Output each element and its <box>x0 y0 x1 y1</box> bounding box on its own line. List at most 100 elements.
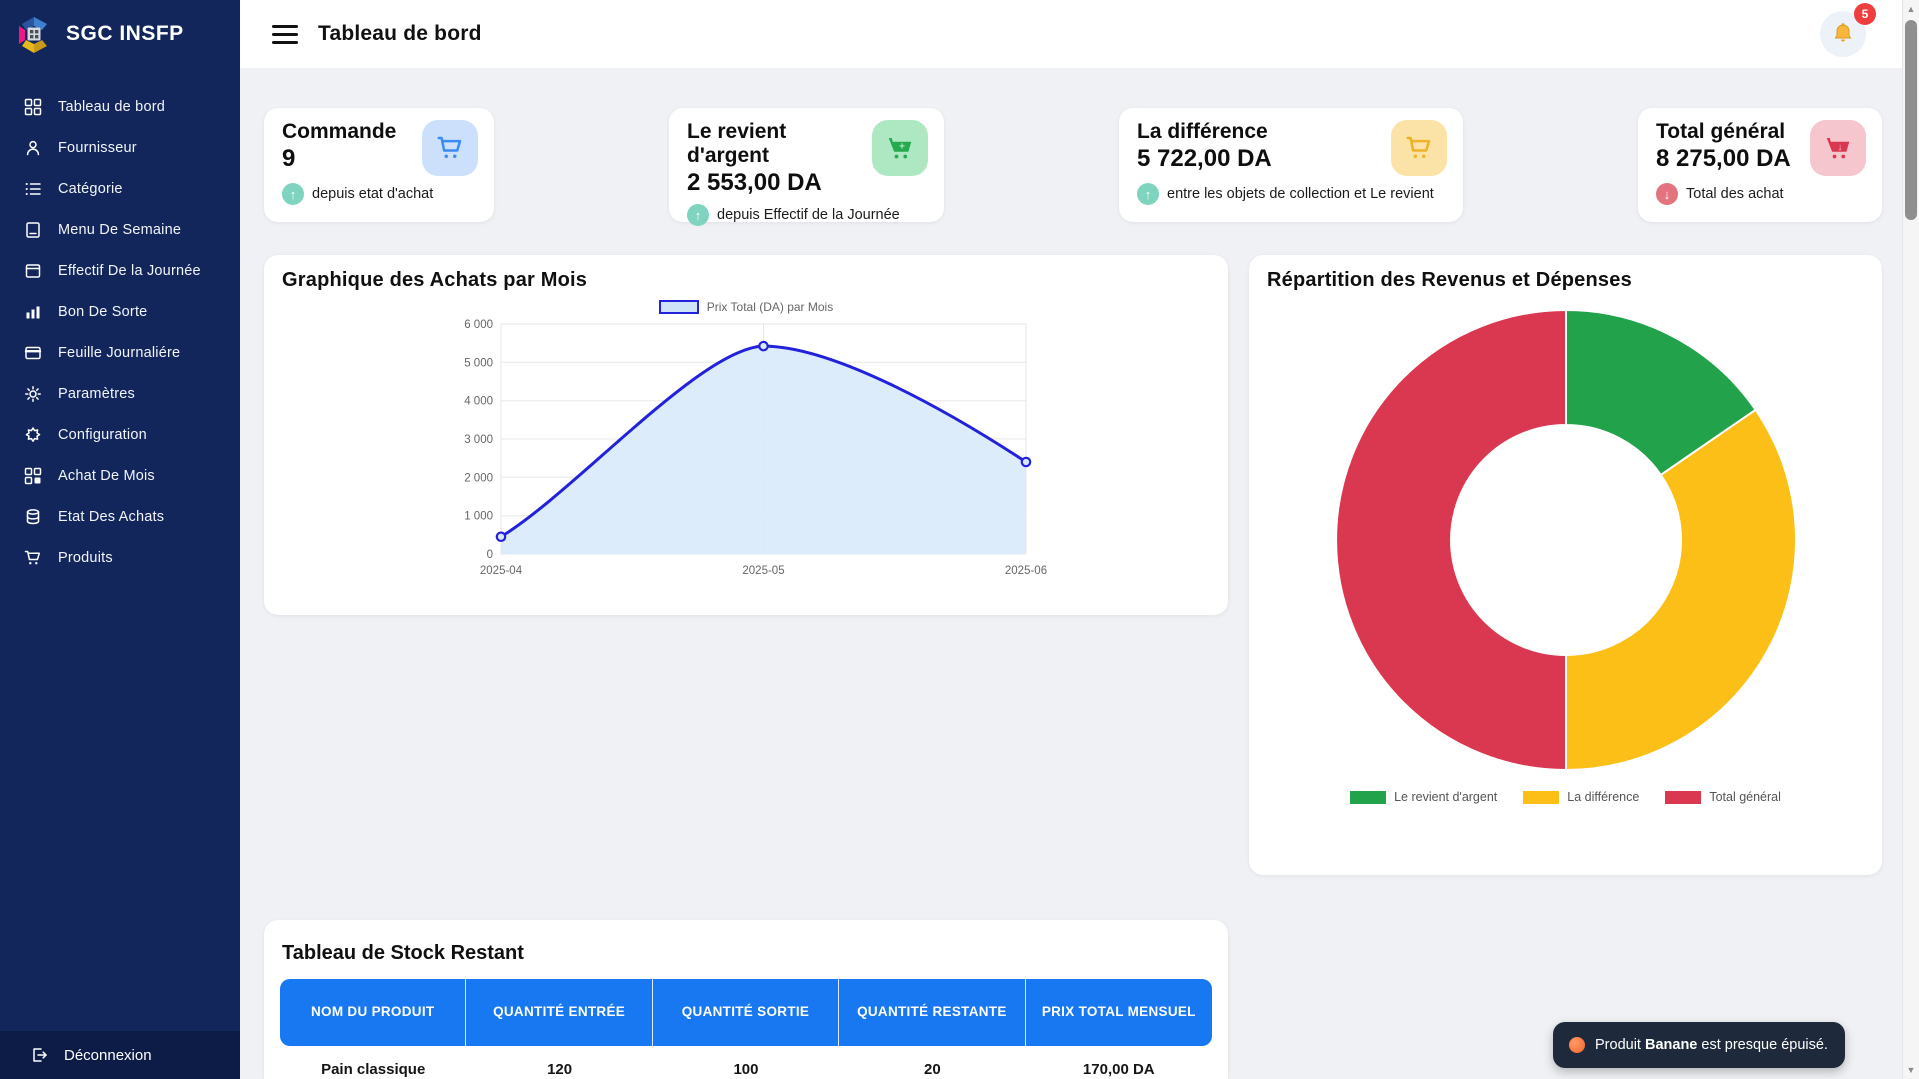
alert-dot-icon <box>1569 1037 1585 1053</box>
book-icon <box>24 221 42 239</box>
sidebar-item-effectif-de-la-journee[interactable]: Effectif De la Journée <box>0 250 240 291</box>
donut-chart-canvas <box>1286 304 1846 776</box>
sidebar-item-label: Produits <box>58 550 113 566</box>
svg-text:2025-05: 2025-05 <box>742 565 784 577</box>
sidebar-item-tableau-de-bord[interactable]: Tableau de bord <box>0 86 240 127</box>
sidebar-item-bon-de-sorte[interactable]: Bon De Sorte <box>0 291 240 332</box>
sidebar-item-menu-de-semaine[interactable]: Menu De Semaine <box>0 209 240 250</box>
puzzle-icon <box>24 426 42 444</box>
list-icon <box>24 180 42 198</box>
notification-count-badge: 5 <box>1854 3 1876 25</box>
legend-label: Prix Total (DA) par Mois <box>707 300 833 314</box>
scrollbar-down-arrow-icon[interactable]: ▼ <box>1903 1065 1919 1075</box>
stat-card-total-general: Total général 8 275,00 DA ↓ ↓ Total des … <box>1638 108 1882 222</box>
scrollbar-up-arrow-icon[interactable]: ▲ <box>1903 4 1919 14</box>
sidebar-item-label: Bon De Sorte <box>58 304 147 320</box>
svg-text:↓: ↓ <box>1838 142 1843 153</box>
stock-table-title: Tableau de Stock Restant <box>282 942 1212 965</box>
legend-item-difference[interactable]: La différence <box>1523 790 1639 804</box>
legend-swatch-yellow <box>1523 791 1559 804</box>
notifications: 5 <box>1820 11 1866 57</box>
stat-card-commande: Commande 9 ↑ depuis etat d'achat <box>264 108 494 222</box>
sidebar-item-label: Fournisseur <box>58 140 137 156</box>
trend-up-icon: ↑ <box>1137 183 1159 205</box>
legend-label: La différence <box>1567 790 1639 804</box>
sidebar-item-fournisseur[interactable]: Fournisseur <box>0 127 240 168</box>
toast-notification: Produit Banane est presque épuisé. <box>1553 1022 1845 1068</box>
journal-box-icon <box>24 262 42 280</box>
scrollbar-thumb[interactable] <box>1905 20 1917 220</box>
stock-table: NOM DU PRODUIT QUANTITÉ ENTRÉE QUANTITÉ … <box>280 979 1212 1078</box>
stat-value: 5 722,00 DA <box>1137 145 1272 173</box>
svg-text:5 000: 5 000 <box>464 357 493 369</box>
donut-legend: Le revient d'argent La différence Total … <box>1267 790 1864 804</box>
legend-swatch <box>659 300 699 314</box>
line-chart-legend[interactable]: Prix Total (DA) par Mois <box>282 300 1210 314</box>
sidebar-item-configuration[interactable]: Configuration <box>0 414 240 455</box>
col-quantite-entree: QUANTITÉ ENTRÉE <box>466 979 652 1046</box>
logout-icon <box>30 1046 48 1064</box>
stat-title: Total général <box>1656 120 1791 144</box>
card-icon <box>24 344 42 362</box>
database-icon <box>24 508 42 526</box>
stat-cards-row: Commande 9 ↑ depuis etat d'achat Le revi… <box>264 108 1882 222</box>
sidebar-item-produits[interactable]: Produits <box>0 537 240 578</box>
svg-text:3 000: 3 000 <box>464 434 493 446</box>
vertical-scrollbar[interactable]: ▲ ▼ <box>1902 0 1919 1079</box>
hamburger-menu-icon[interactable] <box>272 25 298 44</box>
svg-text:+: + <box>899 142 905 153</box>
legend-label: Total général <box>1709 790 1781 804</box>
dashboard-grid-icon <box>24 98 42 116</box>
svg-text:1 000: 1 000 <box>464 511 493 523</box>
sidebar-nav: Tableau de bord Fournisseur Catégorie Me… <box>0 86 240 578</box>
stat-value: 2 553,00 DA <box>687 169 872 197</box>
brand[interactable]: SGC INSFP <box>0 0 240 64</box>
legend-label: Le revient d'argent <box>1394 790 1497 804</box>
stat-value: 9 <box>282 145 396 173</box>
svg-text:2025-04: 2025-04 <box>480 565 523 577</box>
donut-segment-difference[interactable] <box>1566 410 1796 770</box>
stat-title: La différence <box>1137 120 1272 144</box>
stat-card-revient: Le revient d'argent 2 553,00 DA + ↑ depu… <box>669 108 944 222</box>
sidebar-item-parametres[interactable]: Paramètres <box>0 373 240 414</box>
stat-value: 8 275,00 DA <box>1656 145 1791 173</box>
sidebar-item-label: Menu De Semaine <box>58 222 181 238</box>
sidebar-item-etat-des-achats[interactable]: Etat Des Achats <box>0 496 240 537</box>
donut-chart-title: Répartition des Revenus et Dépenses <box>1267 269 1864 292</box>
trend-up-icon: ↑ <box>282 183 304 205</box>
table-row: Pain classique 120 100 20 170,00 DA <box>280 1046 1212 1078</box>
donut-chart <box>1267 304 1864 776</box>
dashboard-app: SGC INSFP Tableau de bord Fournisseur Ca… <box>0 0 1919 1079</box>
cell-qty-remaining: 20 <box>839 1046 1025 1078</box>
app-logo-icon <box>14 14 54 54</box>
legend-swatch-green <box>1350 791 1386 804</box>
cart-plus-icon: + <box>872 120 928 176</box>
stat-note-text: depuis etat d'achat <box>312 186 433 202</box>
sidebar-item-label: Catégorie <box>58 181 123 197</box>
bell-icon <box>1831 22 1855 46</box>
legend-item-total[interactable]: Total général <box>1665 790 1781 804</box>
user-icon <box>24 139 42 157</box>
gear-icon <box>24 385 42 403</box>
logout-button[interactable]: Déconnexion <box>0 1031 240 1079</box>
donut-segment-total[interactable] <box>1336 310 1566 770</box>
sidebar-item-achat-de-mois[interactable]: Achat De Mois <box>0 455 240 496</box>
grid-icon <box>24 467 42 485</box>
sidebar-item-feuille-journaliere[interactable]: Feuille Journaliére <box>0 332 240 373</box>
cell-product-name: Pain classique <box>280 1046 466 1078</box>
top-header: Tableau de bord 5 <box>240 0 1902 68</box>
cart-icon <box>24 549 42 567</box>
legend-swatch-red <box>1665 791 1701 804</box>
sidebar-item-label: Achat De Mois <box>58 468 155 484</box>
col-nom-du-produit: NOM DU PRODUIT <box>280 979 466 1046</box>
main-content: Commande 9 ↑ depuis etat d'achat Le revi… <box>240 68 1902 1079</box>
stat-title: Le revient d'argent <box>687 120 872 168</box>
sidebar-item-label: Etat Des Achats <box>58 509 164 525</box>
stat-note-text: Total des achat <box>1686 186 1784 202</box>
legend-item-revient[interactable]: Le revient d'argent <box>1350 790 1497 804</box>
toast-message: Produit Banane est presque épuisé. <box>1595 1037 1828 1053</box>
line-chart-title: Graphique des Achats par Mois <box>282 269 1210 292</box>
sidebar-item-categorie[interactable]: Catégorie <box>0 168 240 209</box>
trend-down-icon: ↓ <box>1656 183 1678 205</box>
cart-icon <box>1391 120 1447 176</box>
